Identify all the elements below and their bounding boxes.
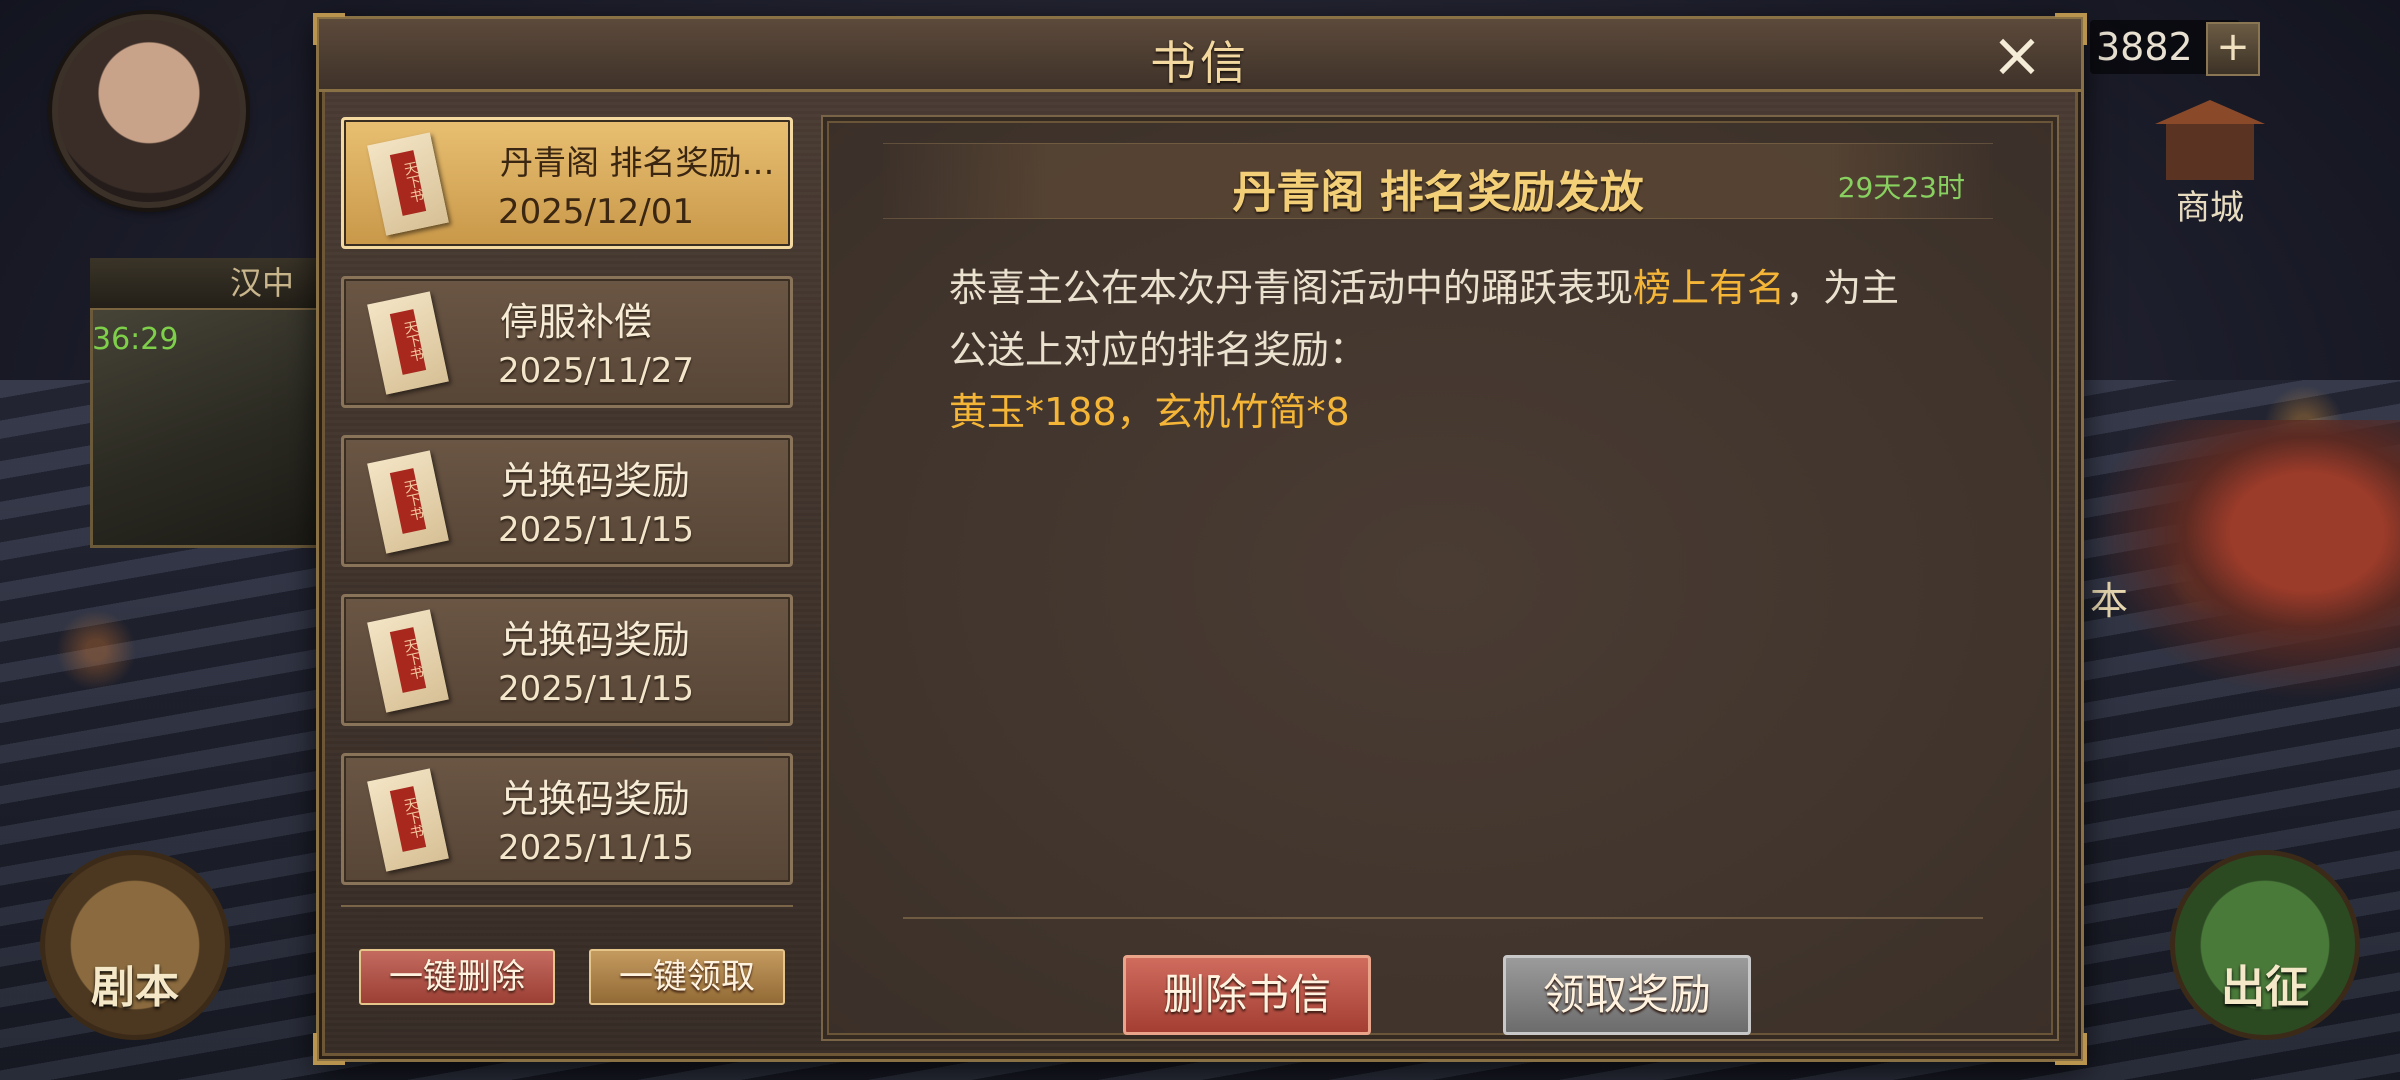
letter-icon: 天下书 [367,450,450,556]
hero-label: 本 [2090,579,2129,623]
player-avatar[interactable] [52,14,246,208]
delete-all-button[interactable]: 一键删除 [359,949,555,1005]
mail-body-text: 恭喜主公在本次丹青阁活动中的踊跃表现 [949,266,1634,310]
shop-button[interactable]: 商城 [2150,100,2270,228]
letter-icon: 天下书 [367,609,450,715]
mail-content-panel: 丹青阁 排名奖励发放 29天23时 恭喜主公在本次丹青阁活动中的踊跃表现榜上有名… [821,115,2059,1041]
script-button-label: 剧本 [91,962,179,1013]
mail-list-item[interactable]: 天下书 兑换码奖励 2025/11/15 [341,753,793,885]
mail-list-item[interactable]: 天下书 兑换码奖励 2025/11/15 [341,594,793,726]
minimap-timer: 36:29 [92,322,179,357]
mail-list: 天下书 丹青阁 排名奖励发放 2025/12/01 天下书 停服补偿 2025/… [341,117,797,912]
go-button[interactable]: 出征 [2170,850,2360,1040]
dialog-title-bar: 书信 × [319,19,2081,92]
mail-item-date: 2025/12/01 [498,192,694,232]
dialog-corner-ornament [313,1033,345,1065]
mail-item-date: 2025/11/15 [498,828,694,868]
script-button[interactable]: 剧本 [40,850,230,1040]
body-divider [903,917,1983,919]
mail-header: 丹青阁 排名奖励发放 29天23时 [883,143,1993,219]
mail-item-title: 兑换码奖励 [500,618,691,662]
delete-mail-button[interactable]: 删除书信 [1123,955,1371,1035]
claim-all-button[interactable]: 一键领取 [589,949,785,1005]
mail-body-highlight: 榜上有名 [1633,266,1786,310]
mail-item-date: 2025/11/27 [498,351,694,391]
mail-list-item[interactable]: 天下书 兑换码奖励 2025/11/15 [341,435,793,567]
mail-item-date: 2025/11/15 [498,669,694,709]
mail-item-date: 2025/11/15 [498,510,694,550]
mail-list-item[interactable]: 天下书 丹青阁 排名奖励发放 2025/12/01 [341,117,793,249]
shop-icon [2155,100,2265,180]
minimap-location-label: 汉中 [90,258,330,310]
mail-expire-time: 29天23时 [1837,171,1965,204]
letter-icon: 天下书 [367,768,450,874]
go-button-label: 出征 [2221,962,2309,1013]
letter-icon: 天下书 [367,291,450,397]
shop-label: 商城 [2176,188,2244,228]
mail-list-item[interactable]: 天下书 停服补偿 2025/11/27 [341,276,793,408]
currency-add-button[interactable]: + [2206,22,2260,76]
dialog-corner-ornament [2055,1033,2087,1065]
list-divider [341,905,793,907]
letter-icon: 天下书 [367,132,450,238]
hero-portrait[interactable] [2090,420,2400,700]
mail-dialog: 书信 × 天下书 丹青阁 排名奖励发放 2025/12/01 天下书 停服补偿 … [313,13,2087,1065]
mail-item-title: 兑换码奖励 [500,777,691,821]
mail-rewards: 黄玉*188，玄机竹简*8 [949,390,1350,434]
mail-item-title: 丹青阁 排名奖励发放 [500,143,790,182]
claim-reward-button[interactable]: 领取奖励 [1503,955,1751,1035]
dialog-title: 书信 [1150,36,1250,90]
mail-subject: 丹青阁 排名奖励发放 [1232,167,1644,218]
close-icon[interactable]: × [1989,24,2045,86]
mail-item-title: 兑换码奖励 [500,459,691,503]
mail-body: 恭喜主公在本次丹青阁活动中的踊跃表现榜上有名，为主公送上对应的排名奖励： 黄玉*… [949,257,1929,443]
mail-item-title: 停服补偿 [500,300,653,344]
